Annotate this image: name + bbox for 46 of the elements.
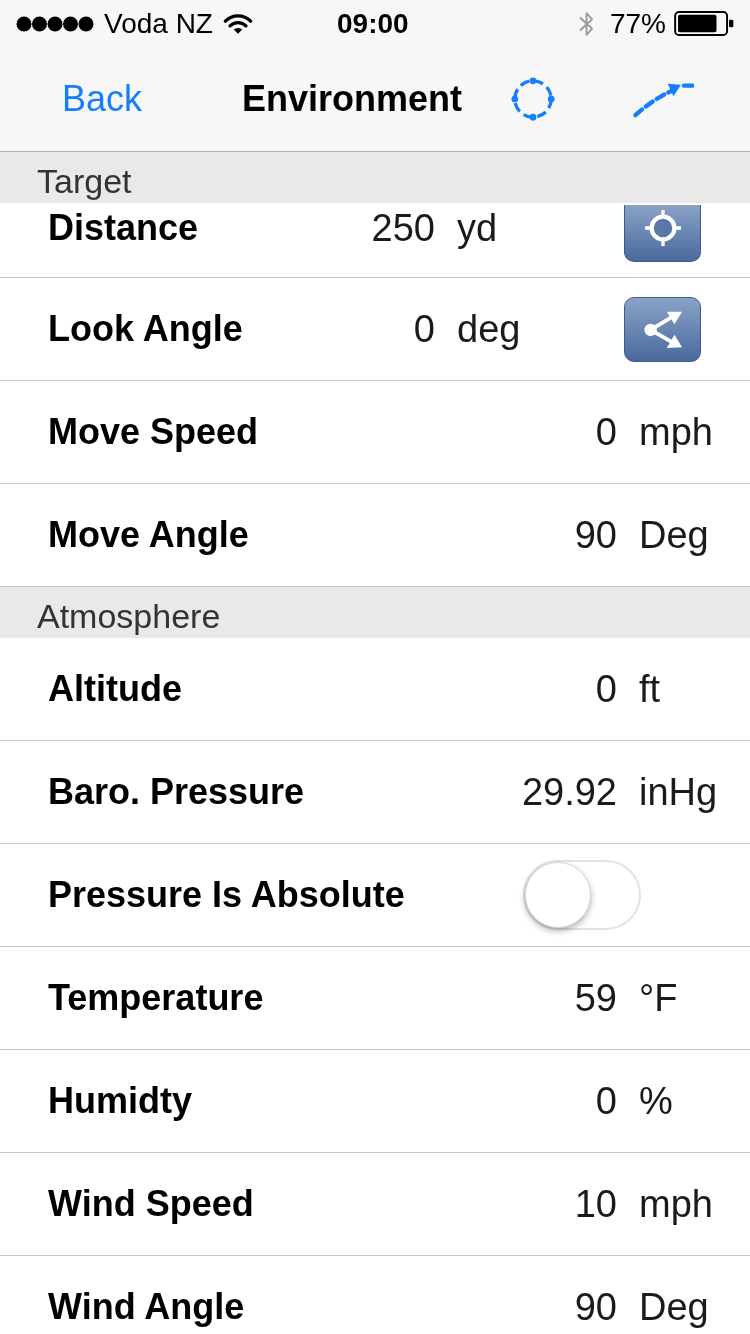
row-label: Pressure Is Absolute	[48, 873, 405, 917]
crosshair-icon	[643, 209, 682, 247]
value-text: 59	[574, 976, 617, 1020]
row-label: Look Angle	[48, 307, 243, 351]
wifi-icon	[222, 12, 253, 35]
value-text: 29.92	[521, 770, 617, 814]
unit-text: ft	[639, 667, 661, 711]
section-header: Target	[0, 152, 750, 203]
dashed-circle-icon[interactable]	[510, 76, 557, 122]
value-text: 250	[371, 206, 435, 250]
row-label: Move Angle	[48, 513, 249, 557]
unit-text: °F	[639, 976, 678, 1020]
unit-text: %	[639, 1079, 673, 1123]
unit-text: yd	[457, 206, 498, 250]
unit-text: Deg	[639, 1285, 709, 1329]
signal-icon	[16, 15, 94, 32]
row-label: Baro. Pressure	[48, 770, 305, 814]
row-label: Wind Speed	[48, 1182, 254, 1226]
row-label: Distance	[48, 206, 199, 250]
battery-icon	[674, 11, 734, 36]
unit-text: deg	[457, 307, 521, 351]
row-label: Move Speed	[48, 410, 259, 454]
value-text: 0	[595, 410, 617, 454]
status-time: 09:00	[337, 6, 409, 41]
row-label: Altitude	[48, 667, 182, 711]
section-header: Atmosphere	[0, 587, 750, 638]
value-text: 10	[574, 1182, 617, 1226]
value-text: 0	[413, 307, 435, 351]
arrows-button[interactable]	[624, 296, 701, 362]
row-label: Humidty	[48, 1079, 192, 1123]
toggle-switch[interactable]	[523, 860, 641, 930]
battery-percent: 77%	[609, 6, 666, 41]
value-text: 90	[574, 1285, 617, 1329]
unit-text: mph	[639, 410, 713, 454]
row-label: Temperature	[48, 976, 264, 1020]
row-label: Wind Angle	[48, 1285, 245, 1329]
value-text: 90	[574, 513, 617, 557]
unit-text: Deg	[639, 513, 709, 557]
value-text: 0	[595, 1079, 617, 1123]
unit-text: mph	[639, 1182, 713, 1226]
carrier-name: Voda NZ	[104, 6, 213, 41]
target-button[interactable]	[624, 205, 701, 262]
screen-title: Environment	[242, 77, 463, 121]
value-text: 0	[595, 667, 617, 711]
unit-text: inHg	[639, 770, 718, 814]
back-button[interactable]: Back	[62, 77, 143, 121]
